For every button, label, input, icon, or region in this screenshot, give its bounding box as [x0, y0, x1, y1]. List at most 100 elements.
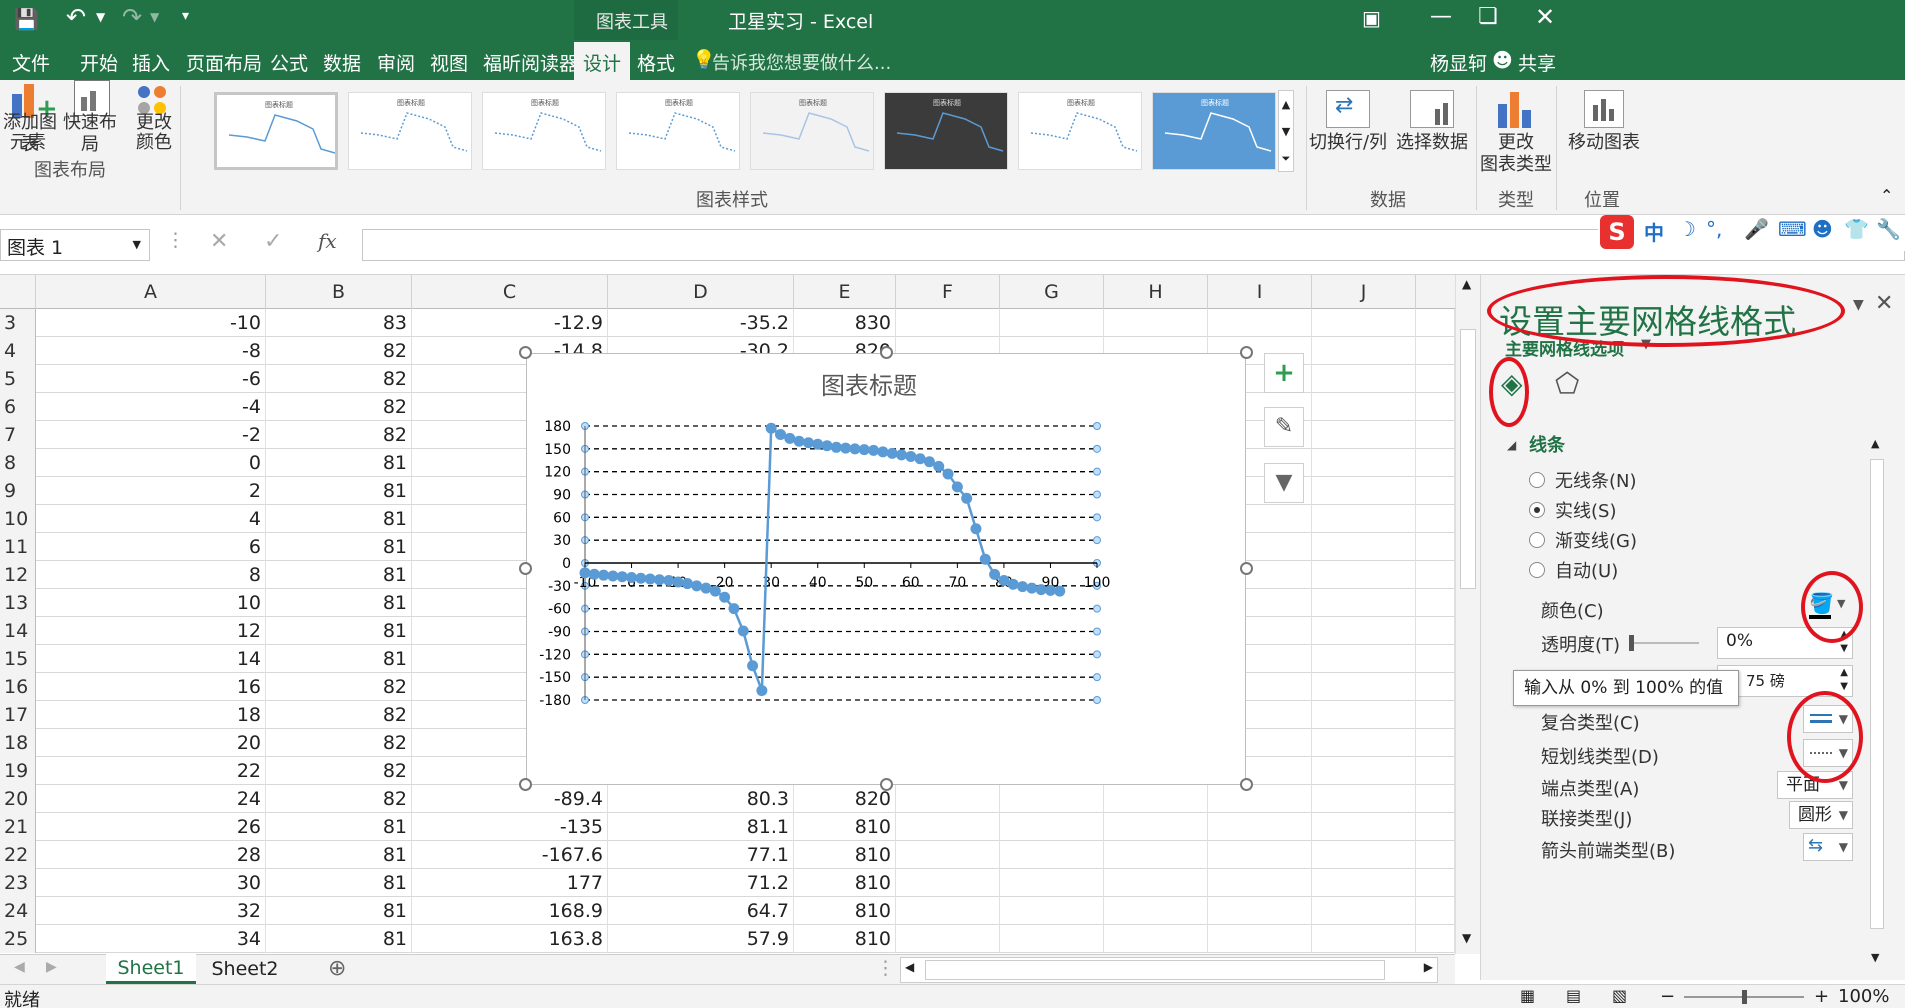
cell-empty[interactable] [1416, 785, 1455, 813]
cell-empty[interactable] [1312, 813, 1416, 841]
row-header[interactable]: 6 [0, 393, 36, 421]
change-colors-label-1[interactable]: 更改 [130, 112, 178, 134]
pane-scroll-up-icon[interactable]: ▲ [1871, 437, 1879, 450]
column-header-f[interactable]: F [896, 275, 1000, 309]
user-name[interactable]: 杨显轲 [1430, 49, 1487, 76]
cell-empty[interactable] [1208, 869, 1312, 897]
tab-insert[interactable]: 插入 [132, 49, 170, 76]
ime-user-icon[interactable]: ☻ [1812, 217, 1833, 241]
ribbon-display-icon[interactable]: ▣ [1362, 6, 1381, 30]
cell-d[interactable]: 80.3 [608, 785, 794, 813]
cell-b[interactable]: 81 [266, 645, 412, 673]
cell-empty[interactable] [1208, 897, 1312, 925]
sogou-logo-icon[interactable]: S [1600, 215, 1634, 249]
cell-a[interactable]: 18 [36, 701, 266, 729]
chart-style-6[interactable]: 图表标题 [884, 92, 1008, 170]
resize-handle-right[interactable] [1240, 562, 1253, 575]
restore-icon[interactable]: ❏ [1478, 4, 1498, 29]
tab-review[interactable]: 审阅 [377, 49, 415, 76]
customize-qat-icon[interactable]: ▾ [182, 8, 189, 24]
cell-c[interactable]: 163.8 [412, 925, 608, 953]
scroll-left-icon[interactable]: ◀ [905, 960, 914, 974]
cell-b[interactable]: 82 [266, 421, 412, 449]
arrow-caret-icon[interactable]: ▼ [1839, 834, 1848, 860]
cell-e[interactable]: 830 [794, 309, 896, 337]
cell-empty[interactable] [1416, 757, 1455, 785]
cell-c[interactable]: -135 [412, 813, 608, 841]
row-header[interactable]: 3 [0, 309, 36, 337]
cell-b[interactable]: 82 [266, 757, 412, 785]
quick-layout-icon[interactable] [74, 80, 110, 116]
chart-elements-button[interactable]: + [1264, 353, 1304, 393]
resize-handle-top-left[interactable] [519, 346, 532, 359]
cell-empty[interactable] [1312, 561, 1416, 589]
width-spin-icon[interactable]: ▲ ▼ [1840, 666, 1848, 694]
row-header[interactable]: 5 [0, 365, 36, 393]
ime-microphone-icon[interactable]: 🎤 [1744, 217, 1769, 241]
column-header-a[interactable]: A [36, 275, 266, 309]
zoom-in-icon[interactable]: + [1814, 986, 1829, 1007]
cell-e[interactable]: 810 [794, 925, 896, 953]
cell-empty[interactable] [1312, 365, 1416, 393]
cell-a[interactable]: 24 [36, 785, 266, 813]
row-header[interactable]: 9 [0, 477, 36, 505]
change-chart-type-label-2[interactable]: 图表类型 [1478, 154, 1554, 176]
automatic-line-label[interactable]: 自动(U) [1555, 557, 1618, 583]
cell-d[interactable]: 57.9 [608, 925, 794, 953]
cell-empty[interactable] [1312, 925, 1416, 953]
cell-a[interactable]: 22 [36, 757, 266, 785]
cell-c[interactable]: -12.9 [412, 309, 608, 337]
prev-sheet-icon[interactable]: ◀ [14, 959, 25, 975]
cell-c[interactable]: -89.4 [412, 785, 608, 813]
cell-empty[interactable] [1416, 393, 1455, 421]
horizontal-scrollbar[interactable]: ◀ ▶ [900, 957, 1438, 983]
cell-empty[interactable] [1312, 645, 1416, 673]
cell-a[interactable]: 10 [36, 589, 266, 617]
pane-scrollbar[interactable]: ▲ ▼ [1867, 355, 1887, 975]
cell-a[interactable]: 28 [36, 841, 266, 869]
sheet-tab-sheet1[interactable]: Sheet1 [106, 954, 196, 984]
redo-dropdown-icon[interactable]: ▼ [150, 10, 159, 24]
cell-b[interactable]: 81 [266, 505, 412, 533]
cell-a[interactable]: -4 [36, 393, 266, 421]
cell-b[interactable]: 81 [266, 841, 412, 869]
cell-empty[interactable] [1416, 897, 1455, 925]
cell-empty[interactable] [1312, 393, 1416, 421]
join-type-dropdown[interactable]: 圆形 ▼ [1789, 801, 1853, 829]
transparency-slider-thumb[interactable] [1629, 635, 1634, 651]
cell-b[interactable]: 82 [266, 729, 412, 757]
cell-empty[interactable] [896, 869, 1000, 897]
cell-empty[interactable] [1416, 645, 1455, 673]
name-box[interactable]: 图表 1 ▼ [0, 229, 150, 261]
cell-empty[interactable] [1416, 421, 1455, 449]
styles-gallery-scroll[interactable]: ▲ ▼ ⏷ [1278, 90, 1294, 172]
row-header[interactable]: 14 [0, 617, 36, 645]
gradient-line-radio[interactable] [1529, 532, 1545, 548]
pane-scroll-down-icon[interactable]: ▼ [1871, 951, 1879, 964]
row-header[interactable]: 8 [0, 449, 36, 477]
line-section-header[interactable]: 线条 [1529, 431, 1565, 457]
cell-b[interactable]: 82 [266, 673, 412, 701]
row-header[interactable]: 25 [0, 925, 36, 953]
cell-a[interactable]: -2 [36, 421, 266, 449]
chart-style-7[interactable]: 图表标题 [1018, 92, 1142, 170]
row-header[interactable]: 21 [0, 813, 36, 841]
cell-d[interactable]: 71.2 [608, 869, 794, 897]
resize-handle-top[interactable] [880, 346, 893, 359]
chart-style-5[interactable]: 图表标题 [750, 92, 874, 170]
page-break-view-icon[interactable]: ▧ [1612, 986, 1627, 1005]
cell-b[interactable]: 81 [266, 449, 412, 477]
cell-empty[interactable] [1208, 841, 1312, 869]
cell-empty[interactable] [1000, 309, 1104, 337]
select-all-corner[interactable] [0, 275, 36, 309]
cell-empty[interactable] [1312, 337, 1416, 365]
ime-settings-icon[interactable]: 🔧 [1876, 217, 1901, 241]
column-header-d[interactable]: D [608, 275, 794, 309]
quick-layout-label[interactable]: 快速布局 [60, 112, 120, 156]
sheet-tab-sheet2[interactable]: Sheet2 [200, 955, 290, 985]
cell-empty[interactable] [1000, 813, 1104, 841]
cell-empty[interactable] [1000, 897, 1104, 925]
chart-object[interactable]: 图表标题 180 150 120 90 60 30 0 -30 -60 -90 -120 -150 -1… [526, 353, 1246, 785]
column-header-e[interactable]: E [794, 275, 896, 309]
cell-empty[interactable] [896, 785, 1000, 813]
